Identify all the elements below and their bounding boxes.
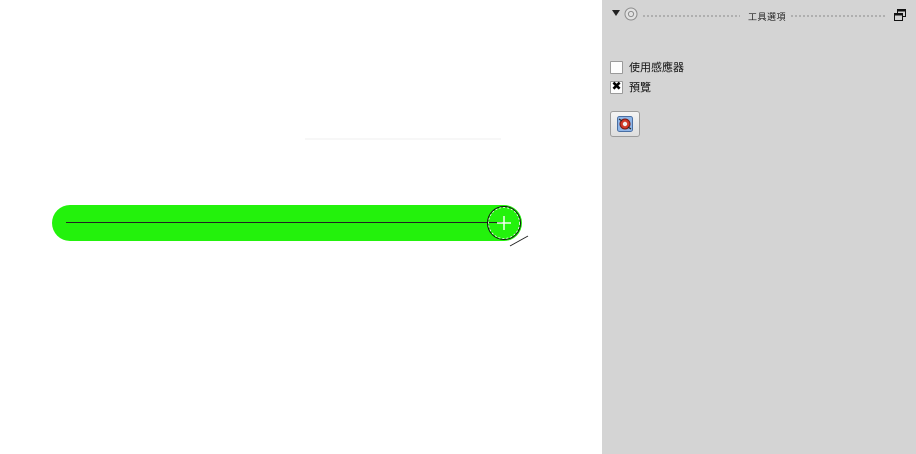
preview-label: 預覽 bbox=[629, 81, 651, 94]
use-sensor-label: 使用感應器 bbox=[629, 61, 684, 74]
reset-tool-icon bbox=[617, 116, 633, 132]
green-brush-stroke bbox=[52, 205, 522, 241]
tool-options-docker: 工具選項 使用感應器 ✖ 預覽 bbox=[602, 0, 916, 454]
preview-checkbox[interactable]: ✖ bbox=[610, 78, 623, 94]
preview-option[interactable]: ✖ 預覽 bbox=[610, 79, 651, 95]
titlebar-grip-left[interactable] bbox=[642, 14, 740, 18]
checkmark-icon: ✖ bbox=[611, 78, 622, 93]
docker-titlebar[interactable]: 工具選項 bbox=[602, 6, 916, 26]
docker-title: 工具選項 bbox=[748, 13, 787, 23]
float-docker-icon[interactable] bbox=[894, 9, 906, 21]
cursor-tail-line bbox=[509, 235, 529, 247]
use-sensor-option[interactable]: 使用感應器 bbox=[610, 59, 684, 75]
collapse-arrow-icon[interactable] bbox=[612, 10, 620, 16]
reset-tool-button[interactable] bbox=[610, 111, 640, 137]
titlebar-grip-right[interactable] bbox=[790, 14, 886, 18]
use-sensor-checkbox[interactable] bbox=[610, 60, 623, 74]
stroke-guide-line bbox=[66, 222, 502, 223]
drawing-canvas[interactable] bbox=[0, 0, 602, 454]
docker-lock-icon[interactable] bbox=[624, 7, 638, 21]
faint-guide-line bbox=[305, 138, 501, 140]
